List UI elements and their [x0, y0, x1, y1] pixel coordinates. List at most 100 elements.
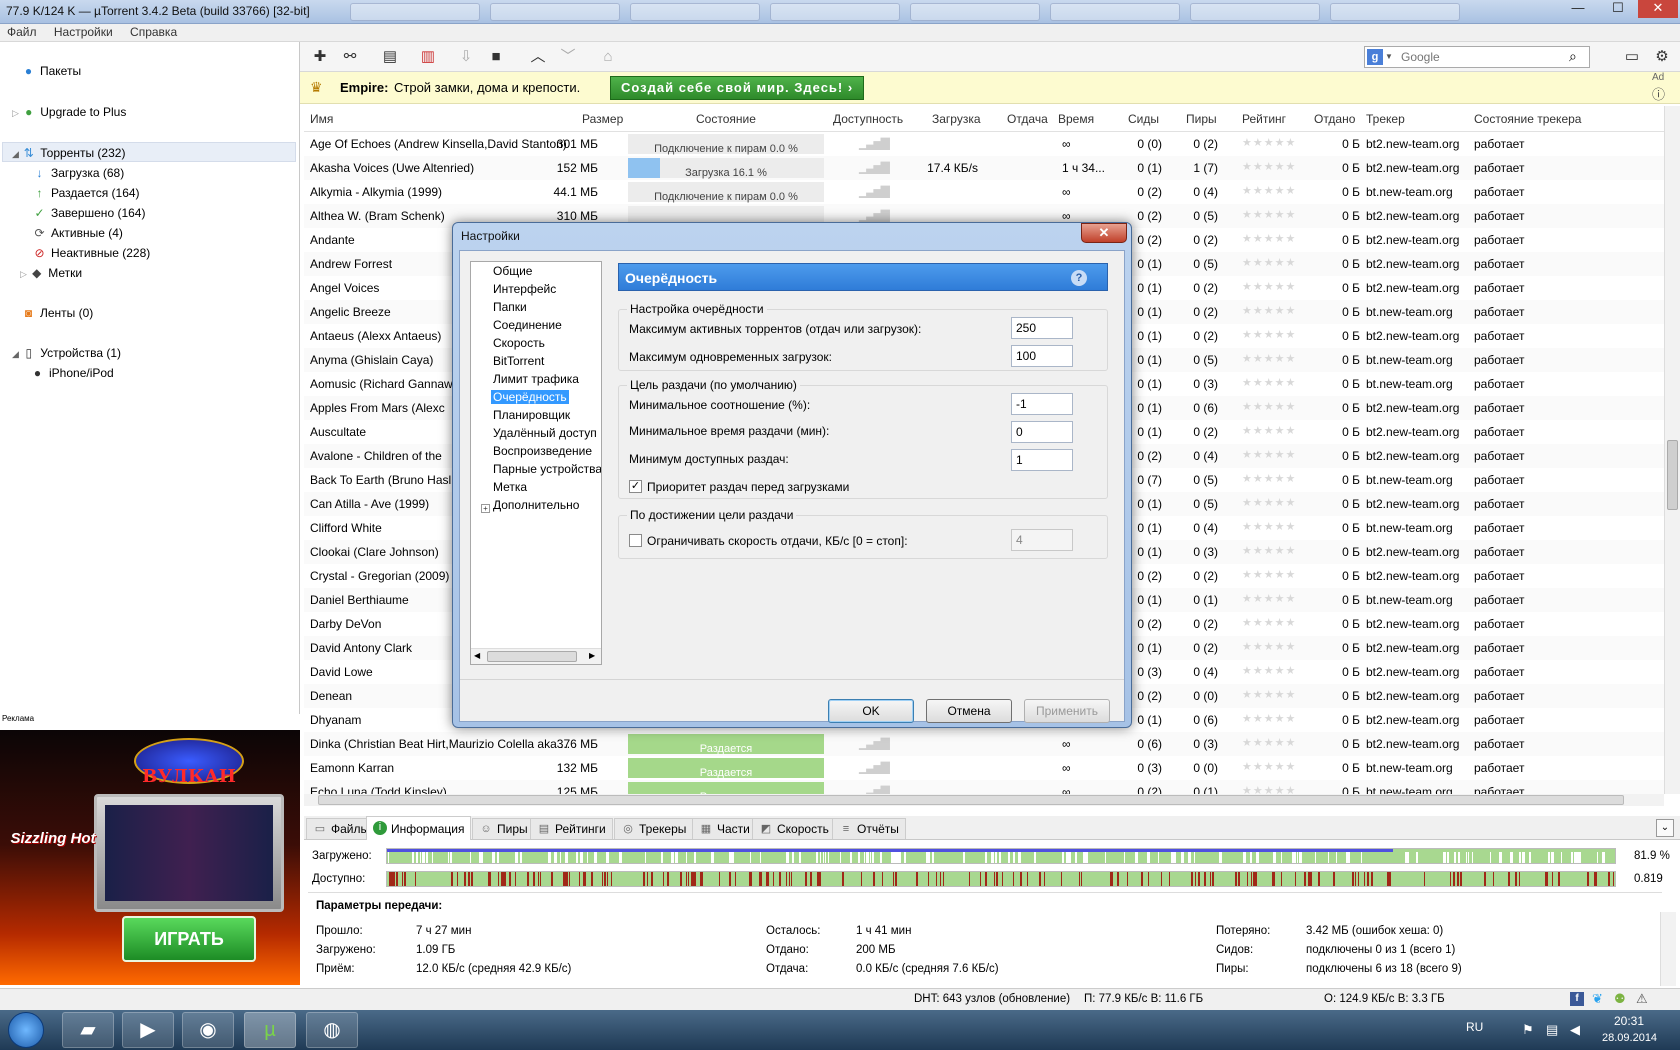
scroll-left-icon[interactable]: ◀	[474, 651, 480, 660]
create-torrent-icon[interactable]: ▤	[380, 48, 400, 66]
tree-horizontal-scrollbar[interactable]: ◀ ▶	[471, 648, 601, 664]
move-down-icon[interactable]: ﹀	[558, 48, 578, 66]
column-header-upload[interactable]: Отдача	[1007, 112, 1048, 126]
settings-tree-item[interactable]: BitTorrent	[493, 354, 544, 368]
settings-tree-item[interactable]: Папки	[493, 300, 527, 314]
play-button[interactable]: ИГРАТЬ	[122, 916, 256, 962]
scrollbar-thumb[interactable]	[318, 795, 1624, 805]
menu-settings[interactable]: Настройки	[47, 24, 120, 40]
table-row[interactable]: Age Of Echoes (Andrew Kinsella,David Sta…	[304, 132, 1664, 156]
flag-icon[interactable]: ⚑	[1522, 1022, 1534, 1038]
column-header-seeds[interactable]: Сиды	[1128, 112, 1159, 126]
clock-time[interactable]: 20:31	[1614, 1014, 1644, 1028]
rating-stars-icon[interactable]: ★★★★★	[1242, 496, 1296, 509]
search-input[interactable]	[1401, 49, 1561, 65]
settings-tree-item[interactable]: Очерёдность	[491, 390, 569, 404]
scroll-right-icon[interactable]: ▶	[589, 651, 595, 660]
rating-stars-icon[interactable]: ★★★★★	[1242, 136, 1296, 149]
min-seed-time-input[interactable]	[1011, 421, 1073, 443]
background-tab[interactable]	[1190, 3, 1320, 21]
background-tab[interactable]	[1330, 3, 1460, 21]
max-active-input[interactable]	[1011, 317, 1073, 339]
start-orb-icon[interactable]	[8, 1012, 44, 1048]
column-header-availability[interactable]: Доступность	[833, 112, 903, 126]
maximize-button[interactable]: ☐	[1598, 0, 1638, 18]
tab-trackers[interactable]: ◎ Трекеры	[614, 818, 694, 839]
table-row[interactable]: Echo Luna (Todd Kinsley)125 МБРаздается▁…	[304, 780, 1664, 794]
collapse-panel-icon[interactable]: ⌄	[1656, 819, 1674, 837]
settings-tree-item[interactable]: Планировщик	[493, 408, 570, 422]
rating-stars-icon[interactable]: ★★★★★	[1242, 328, 1296, 341]
sidebar-item-devices[interactable]: ◢ ▯ Устройства (1)	[12, 346, 121, 360]
sidebar-item-seeding[interactable]: ↑ Раздается (164)	[33, 186, 140, 200]
table-row[interactable]: Akasha Voices (Uwe Altenried) 152 МБ Загру…	[304, 156, 1664, 180]
settings-tree-item[interactable]: Лимит трафика	[493, 372, 579, 386]
background-tab[interactable]	[630, 3, 760, 21]
network-icon[interactable]: ▤	[1546, 1022, 1558, 1038]
menu-file[interactable]: Файл	[0, 24, 44, 40]
cancel-button[interactable]: Отмена	[926, 699, 1012, 723]
rating-stars-icon[interactable]: ★★★★★	[1242, 520, 1296, 533]
rating-stars-icon[interactable]: ★★★★★	[1242, 616, 1296, 629]
rating-stars-icon[interactable]: ★★★★★	[1242, 352, 1296, 365]
search-box[interactable]: g ▼ ⌕	[1364, 46, 1590, 68]
column-header-state[interactable]: Состояние	[696, 112, 756, 126]
ok-button[interactable]: OK	[828, 699, 914, 723]
background-tab[interactable]	[1050, 3, 1180, 21]
sidebar-item-inactive[interactable]: ⊘ Неактивные (228)	[33, 246, 150, 260]
taskbar-media-player[interactable]: ▶	[122, 1012, 174, 1048]
chevron-down-icon[interactable]: ▼	[1385, 52, 1393, 61]
info-icon[interactable]: ⓘ	[1652, 84, 1665, 103]
background-tab[interactable]	[350, 3, 480, 21]
max-downloads-input[interactable]	[1011, 345, 1073, 367]
column-header-name[interactable]: Имя	[310, 112, 333, 126]
menu-help[interactable]: Справка	[123, 24, 184, 40]
scrollbar-thumb[interactable]	[487, 651, 577, 662]
sidebar-item-labels[interactable]: ▷ ◆ Метки	[20, 266, 82, 280]
rating-stars-icon[interactable]: ★★★★★	[1242, 400, 1296, 413]
limit-upload-checkbox[interactable]	[629, 534, 642, 547]
sidebar-item-torrents[interactable]: ◢ ⇅ Торренты (232)	[12, 146, 125, 160]
rating-stars-icon[interactable]: ★★★★★	[1242, 376, 1296, 389]
minimize-button[interactable]: —	[1558, 0, 1598, 18]
background-tab[interactable]	[490, 3, 620, 21]
settings-tree-item[interactable]: Воспроизведение	[493, 444, 592, 458]
rating-stars-icon[interactable]: ★★★★★	[1242, 736, 1296, 749]
rating-stars-icon[interactable]: ★★★★★	[1242, 568, 1296, 581]
rating-stars-icon[interactable]: ★★★★★	[1242, 640, 1296, 653]
gear-icon[interactable]: ⚙	[1652, 48, 1672, 66]
remove-icon[interactable]: ▥	[418, 48, 438, 66]
background-tab[interactable]	[770, 3, 900, 21]
taskbar-explorer[interactable]: ▰	[62, 1012, 114, 1048]
sidebar-item-iphone[interactable]: ● iPhone/iPod	[31, 366, 114, 380]
info-scrollbar[interactable]	[1660, 912, 1676, 986]
expand-icon[interactable]: +	[481, 504, 490, 513]
rating-stars-icon[interactable]: ★★★★★	[1242, 784, 1296, 794]
rating-stars-icon[interactable]: ★★★★★	[1242, 712, 1296, 725]
settings-tree-item[interactable]: Соединение	[493, 318, 562, 332]
sidebar-item-feeds[interactable]: ◙ Ленты (0)	[22, 306, 93, 320]
taskbar-utorrent[interactable]: µ	[244, 1012, 296, 1048]
casino-ad[interactable]: ВУЛКАН Sizzling Hot ИГРАТЬ	[0, 730, 300, 985]
rating-stars-icon[interactable]: ★★★★★	[1242, 472, 1296, 485]
sidebar-item-active[interactable]: ⟳ Активные (4)	[33, 226, 122, 240]
column-header-rating[interactable]: Рейтинг	[1242, 112, 1286, 126]
clock-date[interactable]: 28.09.2014	[1602, 1032, 1657, 1044]
sidebar-item-downloading[interactable]: ↓ Загрузка (68)	[33, 166, 125, 180]
unlock-icon[interactable]: ⌂	[598, 48, 618, 66]
list-vertical-scrollbar[interactable]	[1664, 106, 1680, 794]
min-ratio-input[interactable]	[1011, 393, 1073, 415]
add-link-icon[interactable]: ⚯	[340, 48, 360, 66]
tab-peers[interactable]: ☺ Пиры	[472, 818, 535, 839]
dialog-close-button[interactable]: ✕	[1081, 223, 1127, 243]
settings-tree-item[interactable]: Дополнительно	[493, 498, 579, 512]
rating-stars-icon[interactable]: ★★★★★	[1242, 208, 1296, 221]
rating-stars-icon[interactable]: ★★★★★	[1242, 664, 1296, 677]
settings-tree-item[interactable]: Парные устройства	[493, 462, 601, 476]
table-row[interactable]: Dinka (Christian Beat Hirt,Maurizio Cole…	[304, 732, 1664, 756]
twitter-icon[interactable]: ❦	[1592, 991, 1603, 1007]
volume-icon[interactable]: ◀	[1570, 1022, 1580, 1038]
warning-icon[interactable]: ⚠	[1636, 991, 1648, 1007]
rating-stars-icon[interactable]: ★★★★★	[1242, 280, 1296, 293]
rating-stars-icon[interactable]: ★★★★★	[1242, 424, 1296, 437]
